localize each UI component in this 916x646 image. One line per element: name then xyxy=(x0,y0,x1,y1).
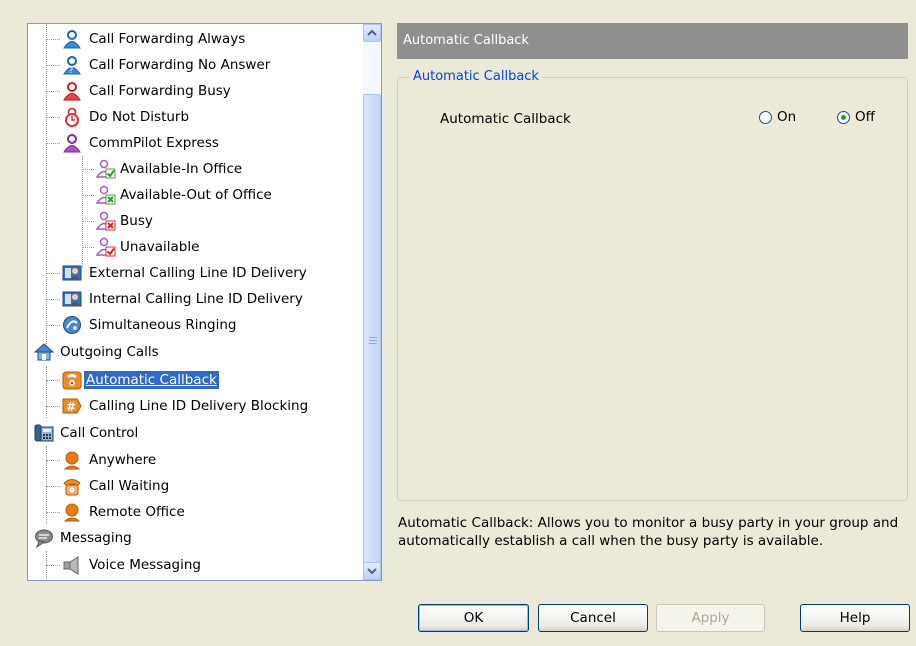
scroll-thumb[interactable] xyxy=(363,94,381,580)
tree-item-commpilot-express[interactable]: CommPilot Express xyxy=(62,131,221,155)
house-icon xyxy=(33,342,55,362)
tree-connector xyxy=(46,551,47,580)
tree-item-automatic-callback[interactable]: Automatic Callback xyxy=(62,368,219,392)
speech-bubble-icon xyxy=(34,528,54,549)
desk-phone-icon xyxy=(34,423,54,443)
person-clock-icon xyxy=(62,107,82,127)
person-check-icon xyxy=(95,159,116,179)
tree-item-internal-calling-line-id-delivery[interactable]: Internal Calling Line ID Delivery xyxy=(62,287,305,311)
tree-item-unavailable[interactable]: Unavailable xyxy=(95,235,201,259)
person-blue-icon xyxy=(62,29,82,49)
group-title: Automatic Callback xyxy=(410,69,542,84)
speaker-icon xyxy=(62,555,82,575)
radio-on-circle[interactable] xyxy=(759,110,772,124)
orange-person-icon xyxy=(62,450,82,470)
apply-button[interactable]: Apply xyxy=(656,604,765,632)
ringing-globe-icon xyxy=(62,315,82,335)
tree-scrollbar[interactable] xyxy=(363,24,381,580)
tree-item-call-control[interactable]: Call Control xyxy=(34,421,140,445)
tree-item-call-waiting[interactable]: Call Waiting xyxy=(62,474,171,498)
orange-person-icon xyxy=(62,502,82,522)
person-cross-green-icon xyxy=(95,185,116,205)
phone-callback-icon xyxy=(62,370,82,390)
tree-item-simultaneous-ringing[interactable]: Simultaneous Ringing xyxy=(62,313,238,337)
radio-on[interactable]: On xyxy=(759,109,796,125)
tree-connector xyxy=(82,156,83,268)
scroll-up-button[interactable] xyxy=(363,24,381,42)
svg-text:?: ? xyxy=(69,66,73,75)
person-red-check-icon xyxy=(95,237,116,257)
tree-connector xyxy=(46,366,47,418)
chevron-down-icon xyxy=(367,568,377,575)
radio-on-label: On xyxy=(777,109,797,125)
tree-item-messaging[interactable]: Messaging xyxy=(34,526,134,550)
phone-waiting-icon xyxy=(62,476,82,496)
radio-off[interactable]: Off xyxy=(837,109,875,125)
tree-item-do-not-disturb[interactable]: Do Not Disturb xyxy=(62,105,191,129)
setting-label: Automatic Callback xyxy=(440,111,571,127)
tree-item-external-calling-line-id-delivery[interactable]: External Calling Line ID Delivery xyxy=(62,261,309,285)
id-card-icon xyxy=(62,289,82,309)
tree-item-call-forwarding-busy[interactable]: Call Forwarding Busy xyxy=(62,79,233,103)
automatic-callback-group: Automatic Callback Automatic Callback On… xyxy=(397,69,908,501)
hash-block-icon: # xyxy=(62,396,82,416)
tree-item-calling-line-id-delivery-blocking[interactable]: # Calling Line ID Delivery Blocking xyxy=(62,394,310,418)
panel-header: Automatic Callback xyxy=(397,23,908,59)
radio-off-circle[interactable] xyxy=(837,110,850,124)
radio-off-label: Off xyxy=(855,109,875,125)
tree-item-call-forwarding-always[interactable]: Call Forwarding Always xyxy=(62,27,247,51)
tree-item-voice-messaging[interactable]: Voice Messaging xyxy=(62,553,203,577)
tree-item-call-forwarding-no-answer[interactable]: ? Call Forwarding No Answer xyxy=(62,53,272,77)
tree-item-outgoing-calls[interactable]: Outgoing Calls xyxy=(33,340,161,364)
cancel-button[interactable]: Cancel xyxy=(538,604,648,632)
person-blue-question-icon: ? xyxy=(62,55,82,75)
scroll-down-button[interactable] xyxy=(363,562,381,580)
chevron-up-icon xyxy=(367,29,377,36)
description-text: Automatic Callback: Allows you to monito… xyxy=(398,515,899,549)
person-cross-red-icon xyxy=(95,211,116,231)
person-purple-icon xyxy=(62,133,82,153)
help-button[interactable]: Help xyxy=(800,604,910,632)
ok-button[interactable]: OK xyxy=(418,604,529,632)
tree-list: Call Forwarding Always ? Call Forwarding… xyxy=(28,24,362,580)
tree-item-remote-office[interactable]: Remote Office xyxy=(62,500,187,524)
tree-item-available-out-of-office[interactable]: Available-Out of Office xyxy=(95,183,274,207)
tree-connector xyxy=(46,24,47,352)
tree-item-busy[interactable]: Busy xyxy=(95,209,155,233)
id-card-icon xyxy=(62,263,82,283)
svg-text:#: # xyxy=(66,400,76,414)
tree-item-anywhere[interactable]: Anywhere xyxy=(62,448,158,472)
tree-item-available-in-office[interactable]: Available-In Office xyxy=(95,157,244,181)
service-tree[interactable]: Call Forwarding Always ? Call Forwarding… xyxy=(27,23,382,581)
person-red-icon xyxy=(62,81,82,101)
